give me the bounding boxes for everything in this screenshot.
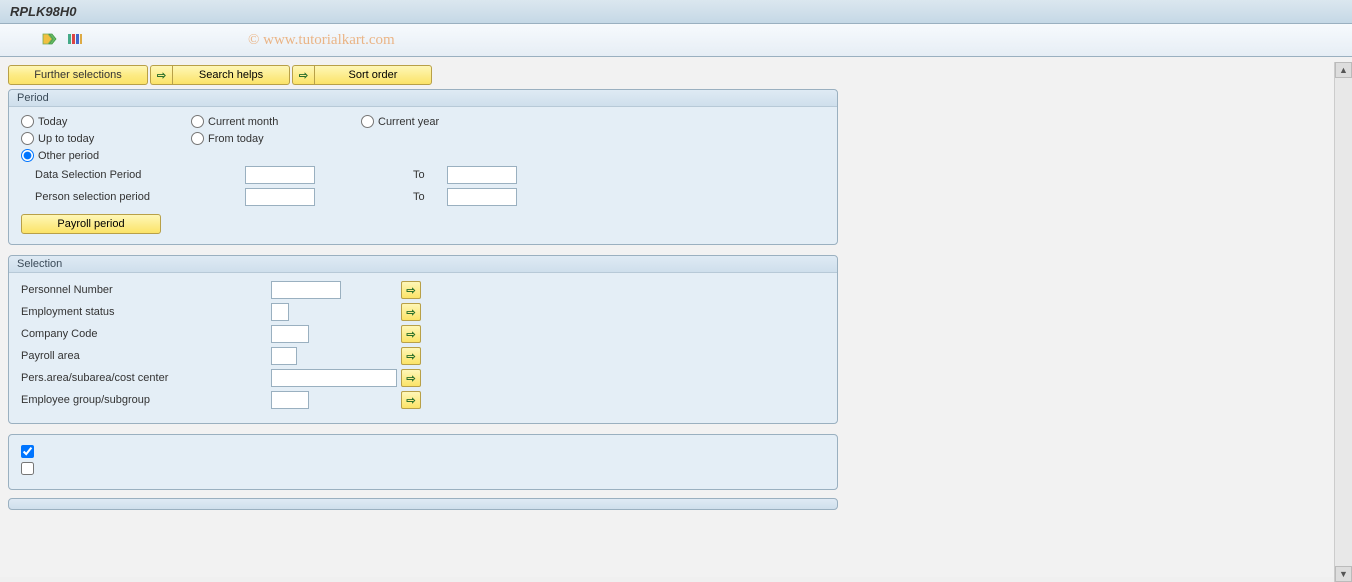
radio-up-to-today-input[interactable] xyxy=(21,132,34,145)
employee-group-label: Employee group/subgroup xyxy=(21,394,271,406)
pers-area-multi-icon[interactable]: ⇨ xyxy=(401,369,421,387)
title-bar: RPLK98H0 xyxy=(0,0,1352,24)
personnel-number-input[interactable] xyxy=(271,281,341,299)
data-selection-from-input[interactable] xyxy=(245,166,315,184)
radio-other-period[interactable]: Other period xyxy=(21,149,191,162)
top-button-row: Further selections ⇨ Search helps ⇨ Sort… xyxy=(8,65,1344,85)
data-selection-label: Data Selection Period xyxy=(21,169,241,181)
content-area: Further selections ⇨ Search helps ⇨ Sort… xyxy=(0,57,1352,577)
variants-icon[interactable] xyxy=(66,30,84,48)
payroll-area-input[interactable] xyxy=(271,347,297,365)
radio-today-label: Today xyxy=(38,116,67,128)
sort-order-label: Sort order xyxy=(314,65,432,85)
period-group: Period Today Current month Current year xyxy=(8,89,838,245)
arrow-right-icon: ⇨ xyxy=(150,65,172,85)
employment-status-label: Employment status xyxy=(21,306,271,318)
scroll-up-icon[interactable]: ▲ xyxy=(1335,62,1352,78)
pers-area-label: Pers.area/subarea/cost center xyxy=(21,372,271,384)
radio-other-period-label: Other period xyxy=(38,150,99,162)
employee-group-multi-icon[interactable]: ⇨ xyxy=(401,391,421,409)
next-group-partial xyxy=(8,498,838,510)
sort-order-button[interactable]: ⇨ Sort order xyxy=(292,65,432,85)
period-body: Today Current month Current year Up to t… xyxy=(9,107,837,244)
arrow-right-icon: ⇨ xyxy=(292,65,314,85)
radio-up-to-today-label: Up to today xyxy=(38,133,94,145)
payroll-period-label: Payroll period xyxy=(57,218,124,230)
payroll-area-multi-icon[interactable]: ⇨ xyxy=(401,347,421,365)
radio-from-today-label: From today xyxy=(208,133,264,145)
checkbox-2[interactable] xyxy=(21,462,34,475)
radio-current-year-label: Current year xyxy=(378,116,439,128)
radio-other-period-input[interactable] xyxy=(21,149,34,162)
personnel-number-multi-icon[interactable]: ⇨ xyxy=(401,281,421,299)
search-helps-button[interactable]: ⇨ Search helps xyxy=(150,65,290,85)
radio-up-to-today[interactable]: Up to today xyxy=(21,132,191,145)
radio-current-month[interactable]: Current month xyxy=(191,115,361,128)
pers-area-input[interactable] xyxy=(271,369,397,387)
app-title: RPLK98H0 xyxy=(10,4,76,19)
personnel-number-label: Personnel Number xyxy=(21,284,271,296)
person-selection-label: Person selection period xyxy=(21,191,241,203)
radio-today-input[interactable] xyxy=(21,115,34,128)
company-code-multi-icon[interactable]: ⇨ xyxy=(401,325,421,343)
employment-status-input[interactable] xyxy=(271,303,289,321)
person-selection-to-input[interactable] xyxy=(447,188,517,206)
data-selection-to-input[interactable] xyxy=(447,166,517,184)
employee-group-input[interactable] xyxy=(271,391,309,409)
selection-body: Personnel Number ⇨ Employment status ⇨ C… xyxy=(9,273,837,423)
period-legend: Period xyxy=(9,90,837,107)
further-selections-button[interactable]: Further selections xyxy=(8,65,148,85)
payroll-period-button[interactable]: Payroll period xyxy=(21,214,161,234)
person-selection-from-input[interactable] xyxy=(245,188,315,206)
to-label-2: To xyxy=(413,191,443,203)
employment-status-multi-icon[interactable]: ⇨ xyxy=(401,303,421,321)
search-helps-label: Search helps xyxy=(172,65,290,85)
radio-current-year[interactable]: Current year xyxy=(361,115,531,128)
radio-current-month-input[interactable] xyxy=(191,115,204,128)
checkbox-group xyxy=(8,434,838,490)
checkbox-1[interactable] xyxy=(21,445,34,458)
scrollbar[interactable]: ▲ ▼ xyxy=(1334,62,1352,582)
watermark: © www.tutorialkart.com xyxy=(248,32,395,49)
payroll-area-label: Payroll area xyxy=(21,350,271,362)
radio-from-today-input[interactable] xyxy=(191,132,204,145)
to-label-1: To xyxy=(413,169,443,181)
radio-current-year-input[interactable] xyxy=(361,115,374,128)
company-code-input[interactable] xyxy=(271,325,309,343)
radio-today[interactable]: Today xyxy=(21,115,191,128)
further-selections-label: Further selections xyxy=(34,69,121,81)
company-code-label: Company Code xyxy=(21,328,271,340)
selection-legend: Selection xyxy=(9,256,837,273)
scroll-down-icon[interactable]: ▼ xyxy=(1335,566,1352,582)
radio-current-month-label: Current month xyxy=(208,116,278,128)
execute-icon[interactable] xyxy=(40,30,58,48)
radio-from-today[interactable]: From today xyxy=(191,132,361,145)
toolbar: © www.tutorialkart.com xyxy=(0,24,1352,57)
selection-group: Selection Personnel Number ⇨ Employment … xyxy=(8,255,838,424)
